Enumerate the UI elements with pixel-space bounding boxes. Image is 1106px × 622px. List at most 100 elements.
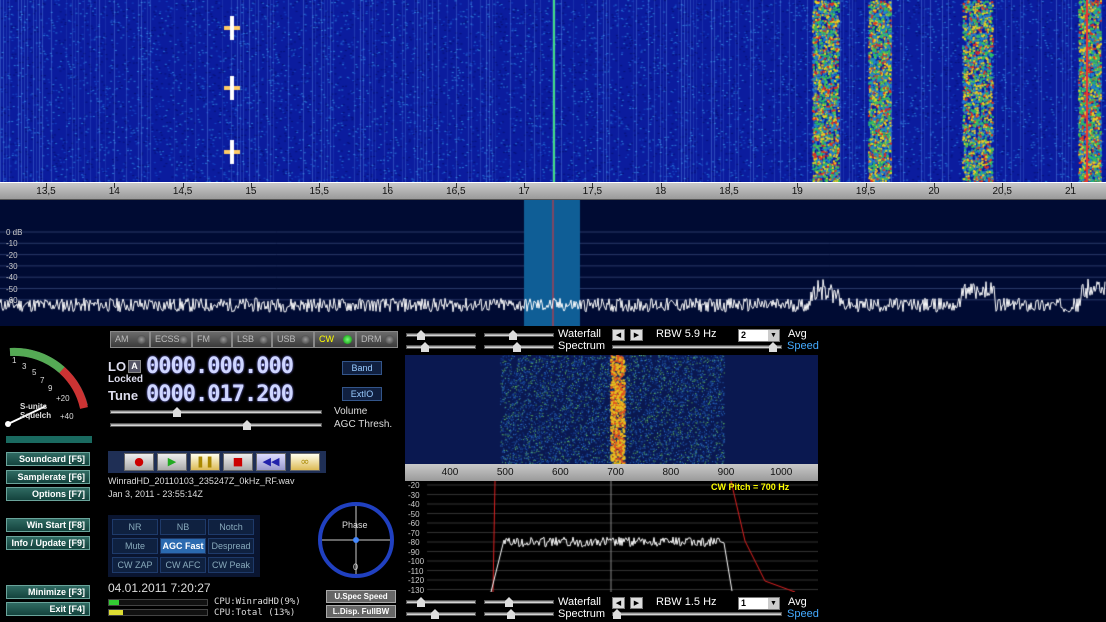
db-label: -40 <box>6 273 18 283</box>
axis-label: 20 <box>928 186 940 197</box>
lo-label: LO <box>108 359 127 374</box>
rbw-right-button[interactable]: ▶ <box>630 329 643 341</box>
info-update-button[interactable]: Info / Update [F9] <box>6 536 90 550</box>
wf-contrast-slider-bottom[interactable] <box>484 597 554 607</box>
mode-drm-button[interactable]: DRM <box>356 331 398 348</box>
cw-afc-button[interactable]: CW AFC <box>160 557 206 573</box>
lo-frequency[interactable]: 0000.000.000 <box>146 354 294 379</box>
stop-icon: ■ <box>232 455 244 468</box>
pause-button[interactable]: ❚❚ <box>190 453 220 471</box>
zoom-spectrum[interactable]: -20 -30 -40 -50 -60 -70 -80 -90 -100 -110 -120 -130… <box>405 481 818 595</box>
axis-label: 20,5 <box>992 186 1012 197</box>
mode-am-button[interactable]: AM <box>110 331 150 348</box>
ldisp-fullbw-button[interactable]: L.Disp. FullBW <box>326 605 396 618</box>
despread-button[interactable]: Despread <box>208 538 254 554</box>
avg-select-top[interactable]: 2 ▼ <box>738 329 780 342</box>
zoom-db-label: -40 <box>408 500 420 509</box>
spec-brightness-slider-bottom[interactable] <box>406 609 476 619</box>
uspec-speed-button[interactable]: U.Spec Speed <box>326 590 396 603</box>
db-label: -20 <box>6 250 18 260</box>
zoom-db-label: -90 <box>408 547 420 557</box>
mode-cw-button[interactable]: CW <box>314 331 356 348</box>
minimize-button[interactable]: Minimize [F3] <box>6 585 90 599</box>
win-start-button[interactable]: Win Start [F8] <box>6 518 90 532</box>
wf-brightness-slider[interactable] <box>406 330 476 340</box>
lo-badge[interactable]: A <box>128 360 141 373</box>
rbw-left-button-bottom[interactable]: ◀ <box>612 597 625 609</box>
zoom-db-label: -50 <box>408 509 420 519</box>
zoom-axis-label: 500 <box>496 467 514 478</box>
extio-button[interactable]: ExtIO <box>342 387 382 401</box>
nb-button[interactable]: NB <box>160 519 206 535</box>
cpu-app-bar <box>108 599 208 606</box>
zoom-db-label: -20 <box>408 481 420 490</box>
waterfall-label-bottom: Waterfall <box>558 596 601 608</box>
play-icon: ▶ <box>167 455 177 468</box>
main-spectrum[interactable]: 0 dB -10 -20 -30 -40 -50 -60 <box>0 200 1106 326</box>
record-button[interactable]: ● <box>124 453 154 471</box>
zoom-frequency-axis[interactable]: 400 500 600 700 800 900 1000 <box>405 464 818 481</box>
cw-zap-button[interactable]: CW ZAP <box>112 557 158 573</box>
zoom-waterfall[interactable] <box>405 355 818 464</box>
file-name: WinradHD_20110103_235247Z_0kHz_RF.wav <box>108 476 295 486</box>
spectrum-label-bottom: Spectrum <box>558 608 606 620</box>
nr-button[interactable]: NR <box>112 519 158 535</box>
axis-label: 13,5 <box>36 186 56 197</box>
tune-frequency[interactable]: 0000.017.200 <box>146 382 294 407</box>
zoom-axis-label: 1000 <box>770 467 793 478</box>
zoom-db-label: -100 <box>408 557 425 566</box>
cpu-app-label: CPU:WinradHD(9%) <box>214 597 301 607</box>
mode-ecss-button[interactable]: ECSS <box>150 331 192 348</box>
arrow-left-icon: ◀ <box>615 331 622 339</box>
rbw-left-button[interactable]: ◀ <box>612 329 625 341</box>
squelch-bar[interactable] <box>6 436 92 443</box>
mode-lsb-button[interactable]: LSB <box>232 331 272 348</box>
loop-button[interactable]: ∞ <box>290 453 320 471</box>
spec-brightness-slider[interactable] <box>406 342 476 352</box>
volume-slider[interactable] <box>110 407 322 417</box>
rbw-right-button-bottom[interactable]: ▶ <box>630 597 643 609</box>
wf-brightness-slider-bottom[interactable] <box>406 597 476 607</box>
axis-label: 19 <box>791 186 803 197</box>
locked-label: Locked <box>108 374 144 385</box>
chevron-down-icon: ▼ <box>768 330 779 341</box>
rewind-button[interactable]: ◀◀ <box>256 453 286 471</box>
phase-value: 0 <box>353 562 359 572</box>
axis-label: 16 <box>381 186 394 197</box>
mute-button[interactable]: Mute <box>112 538 158 554</box>
agc-threshold-slider[interactable] <box>110 420 322 430</box>
frequency-axis[interactable]: 13,5 14 14,5 15 15,5 16 16,5 17 17,5 18 18,5 19 19,5… <box>0 182 1106 200</box>
band-button[interactable]: Band <box>342 361 382 375</box>
tune-label: Tune <box>108 388 139 403</box>
soundcard-button[interactable]: Soundcard [F5] <box>6 452 90 466</box>
clock: 04.01.2011 7:20:27 <box>108 581 211 595</box>
cw-peak-button[interactable]: CW Peak <box>208 557 254 573</box>
exit-button[interactable]: Exit [F4] <box>6 602 90 616</box>
db-label: 0 dB <box>6 228 23 237</box>
stop-button[interactable]: ■ <box>223 453 253 471</box>
samplerate-button[interactable]: Samplerate [F6] <box>6 470 90 484</box>
zoom-db-label: -120 <box>408 576 425 585</box>
record-icon: ● <box>134 455 144 468</box>
rbw-label-top: RBW 5.9 Hz <box>656 328 717 340</box>
zoom-db-label: -110 <box>408 566 424 576</box>
mode-usb-button[interactable]: USB <box>272 331 314 348</box>
wf-contrast-slider[interactable] <box>484 330 554 340</box>
waterfall-label: Waterfall <box>558 328 601 340</box>
main-waterfall[interactable] <box>0 0 1106 182</box>
notch-button[interactable]: Notch <box>208 519 254 535</box>
agc-fast-button[interactable]: AGC Fast <box>160 538 206 554</box>
mode-fm-button[interactable]: FM <box>192 331 232 348</box>
spec-contrast-slider[interactable] <box>484 342 554 352</box>
cpu-total-label: CPU:Total (13%) <box>214 608 296 618</box>
axis-label: 14 <box>108 186 120 197</box>
options-button[interactable]: Options [F7] <box>6 487 90 501</box>
avg-select-bottom[interactable]: 1 ▼ <box>738 597 780 610</box>
play-button[interactable]: ▶ <box>157 453 187 471</box>
axis-label: 21 <box>1064 186 1077 197</box>
file-date: Jan 3, 2011 - 23:55:14Z <box>108 489 203 499</box>
loop-icon: ∞ <box>300 455 310 468</box>
speed-slider-top[interactable] <box>612 342 782 352</box>
spec-contrast-slider-bottom[interactable] <box>484 609 554 619</box>
speed-slider-bottom[interactable] <box>612 609 782 619</box>
